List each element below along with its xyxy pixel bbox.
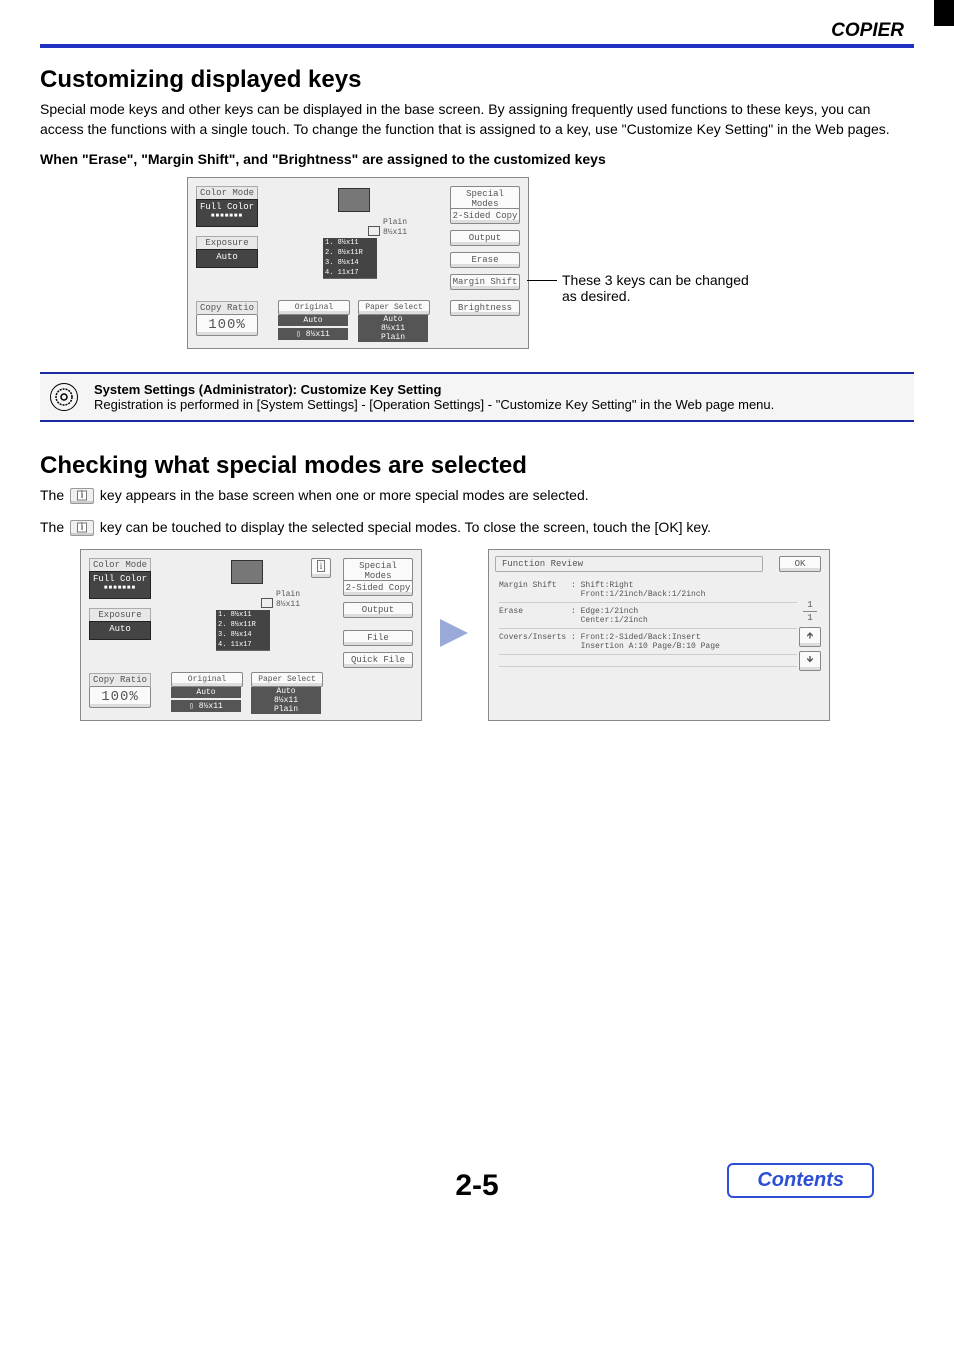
page-up-button[interactable]: 🡹 <box>799 627 821 647</box>
original-button[interactable]: Original <box>278 300 350 315</box>
function-review-row: Covers/Inserts: Front:2-Sided/Back:Inser… <box>499 630 797 655</box>
info-key-icon <box>70 520 94 536</box>
two-sided-button[interactable]: 2-Sided Copy <box>343 580 413 596</box>
function-review-row: Erase: Edge:1/2inch Center:1/2inch <box>499 604 797 629</box>
brightness-button[interactable]: Brightness <box>450 300 520 316</box>
copy-ratio-label: Copy Ratio <box>196 301 258 314</box>
plain-label: Plain <box>383 218 407 227</box>
fr-label: Covers/Inserts <box>499 633 571 651</box>
quick-file-button[interactable]: Quick File <box>343 652 413 668</box>
original-col: Original Auto ▯ 8½x11 <box>171 672 241 712</box>
gear-icon <box>50 383 78 411</box>
function-review-title: Function Review <box>495 556 763 572</box>
paper-size-label: 8½x11 <box>383 228 407 237</box>
exposure-value[interactable]: Auto <box>89 621 151 640</box>
fr-value: : Shift:Right Front:1/2inch/Back:1/2inch <box>571 581 797 599</box>
ok-button[interactable]: OK <box>779 556 821 572</box>
base-screen-panel-1: Color Mode Full Color ■■■■■■■ Exposure A… <box>187 177 529 349</box>
page-down-button[interactable]: 🡻 <box>799 651 821 671</box>
plain-label: Plain <box>276 590 300 599</box>
fr-value: : Front:2-Sided/Back:Insert Insertion A:… <box>571 633 797 651</box>
file-button[interactable]: File <box>343 630 413 646</box>
exposure-value[interactable]: Auto <box>196 249 258 268</box>
empty-row <box>499 685 797 691</box>
copy-ratio-label: Copy Ratio <box>89 673 151 686</box>
paper-size-label: 8½x11 <box>276 600 300 609</box>
header-bar: COPIER <box>40 20 914 48</box>
empty-row <box>499 660 797 667</box>
heading-checking: Checking what special modes are selected <box>40 452 914 480</box>
exposure-label: Exposure <box>89 608 151 621</box>
tray-4[interactable]: 4. 11x17 <box>323 268 377 279</box>
section-title: COPIER <box>831 20 914 42</box>
output-button[interactable]: Output <box>343 602 413 618</box>
fr-label: Erase <box>499 607 571 625</box>
orientation-icon <box>368 226 380 236</box>
full-color-value[interactable]: Full Color ■■■■■■■ <box>89 571 151 599</box>
para-customizing: Special mode keys and other keys can be … <box>40 100 914 139</box>
admin-note: System Settings (Administrator): Customi… <box>40 372 914 422</box>
full-color-value[interactable]: Full Color ■■■■■■■ <box>196 199 258 227</box>
original-button[interactable]: Original <box>171 672 243 687</box>
color-mode-label: Color Mode <box>89 558 151 571</box>
heading-customizing: Customizing displayed keys <box>40 66 914 94</box>
contents-button[interactable]: Contents <box>727 1163 874 1198</box>
subhead-assigned: When "Erase", "Margin Shift", and "Brigh… <box>40 151 914 167</box>
two-sided-button[interactable]: 2-Sided Copy <box>450 208 520 224</box>
note-title: System Settings (Administrator): Customi… <box>94 382 774 397</box>
copy-ratio-value[interactable]: 100% <box>196 314 258 336</box>
original-col: Original Auto ▯ 8½x11 <box>278 300 348 340</box>
paper-select-button[interactable]: Paper Select <box>358 300 430 315</box>
pager: 1 1 🡹 🡻 <box>799 600 821 671</box>
page-corner <box>934 0 954 26</box>
callout-3keys: These 3 keys can be changed as desired. <box>562 272 762 304</box>
line-info-touch: The key can be touched to display the se… <box>40 518 914 538</box>
color-mode-label: Color Mode <box>196 186 258 199</box>
tray-4[interactable]: 4. 11x17 <box>216 640 270 651</box>
margin-shift-button[interactable]: Margin Shift <box>450 274 520 290</box>
output-button[interactable]: Output <box>450 230 520 246</box>
note-body: Registration is performed in [System Set… <box>94 397 774 412</box>
function-review-panel: Function Review OK Margin Shift: Shift:R… <box>488 549 830 721</box>
paper-select-col: Paper Select Auto 8½x11 Plain <box>251 672 321 714</box>
fr-value: : Edge:1/2inch Center:1/2inch <box>571 607 797 625</box>
exposure-label: Exposure <box>196 236 258 249</box>
orientation-icon <box>261 598 273 608</box>
function-review-row: Margin Shift: Shift:Right Front:1/2inch/… <box>499 578 797 603</box>
line-info-appears: The key appears in the base screen when … <box>40 486 914 506</box>
info-button[interactable]: i <box>311 558 331 578</box>
copy-ratio-value[interactable]: 100% <box>89 686 151 708</box>
info-key-icon <box>70 488 94 504</box>
base-screen-panel-2: Color Mode Full Color ■■■■■■■ Exposure A… <box>80 549 422 721</box>
paper-select-col: Paper Select Auto 8½x11 Plain <box>358 300 428 342</box>
device-icon <box>338 188 370 212</box>
paper-select-button[interactable]: Paper Select <box>251 672 323 687</box>
erase-button[interactable]: Erase <box>450 252 520 268</box>
fr-label: Margin Shift <box>499 581 571 599</box>
arrow-icon <box>440 619 468 647</box>
device-icon <box>231 560 263 584</box>
